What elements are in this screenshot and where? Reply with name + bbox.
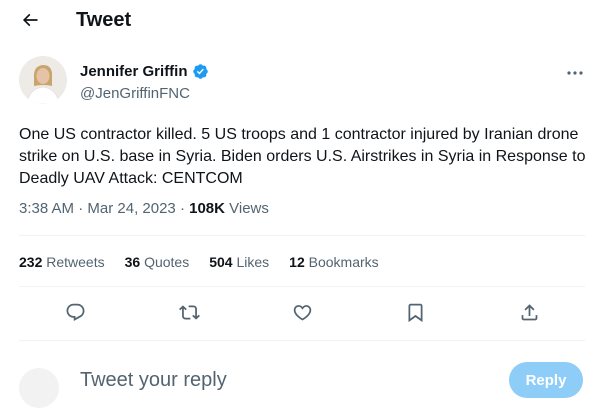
reply-avatar — [19, 368, 59, 408]
top-bar: Tweet — [0, 0, 597, 42]
views-label: Views — [224, 200, 269, 217]
retweet-button[interactable] — [177, 300, 201, 324]
author-avatar[interactable] — [19, 56, 67, 104]
author-handle[interactable]: @JenGriffinFNC — [80, 85, 190, 102]
tweet-date[interactable]: Mar 24, 2023 — [87, 200, 175, 217]
author-name-text: Jennifer Griffin — [80, 63, 188, 80]
quotes-stat[interactable]: 36 Quotes — [125, 254, 190, 270]
tweet-meta: 3:38 AM · Mar 24, 2023 · 108K Views — [19, 200, 269, 217]
tweet-text: One US contractor killed. 5 US troops an… — [19, 126, 586, 187]
share-button[interactable] — [517, 300, 541, 324]
more-options-button[interactable] — [565, 66, 585, 78]
retweets-count: 232 — [19, 254, 43, 270]
retweet-icon — [178, 304, 200, 320]
likes-stat[interactable]: 504 Likes — [209, 254, 269, 270]
like-icon — [293, 304, 311, 321]
author-name[interactable]: Jennifer Griffin — [80, 63, 209, 80]
meta-separator: · — [175, 200, 190, 217]
quotes-count: 36 — [124, 254, 141, 270]
divider — [19, 340, 585, 341]
reply-input[interactable] — [80, 369, 380, 392]
divider — [19, 235, 585, 236]
back-button[interactable] — [18, 8, 42, 32]
bookmarks-label: Bookmarks — [304, 254, 379, 270]
bookmark-icon — [408, 303, 422, 322]
quotes-label: Quotes — [140, 254, 190, 270]
arrow-left-icon — [22, 13, 38, 27]
share-icon — [521, 303, 537, 320]
verified-badge-icon — [192, 64, 208, 79]
retweets-label: Retweets — [42, 254, 105, 270]
page-title: Tweet — [76, 9, 132, 31]
like-button[interactable] — [290, 300, 314, 324]
bookmarks-stat[interactable]: 12 Bookmarks — [289, 254, 379, 270]
bookmark-button[interactable] — [403, 300, 427, 324]
likes-label: Likes — [232, 254, 270, 270]
views-count: 108K — [189, 200, 225, 217]
meta-separator: · — [74, 200, 88, 217]
tweet-time[interactable]: 3:38 AM — [19, 200, 74, 217]
reply-icon — [66, 303, 84, 321]
reply-submit-button[interactable]: Reply — [509, 362, 583, 398]
retweets-stat[interactable]: 232 Retweets — [19, 254, 105, 270]
tweet-stats: 232 Retweets 36 Quotes 504 Likes 12 Book… — [19, 254, 399, 270]
divider — [19, 286, 585, 287]
bookmarks-count: 12 — [289, 254, 305, 270]
reply-button[interactable] — [63, 300, 87, 324]
more-icon — [567, 71, 583, 75]
likes-count: 504 — [209, 254, 233, 270]
